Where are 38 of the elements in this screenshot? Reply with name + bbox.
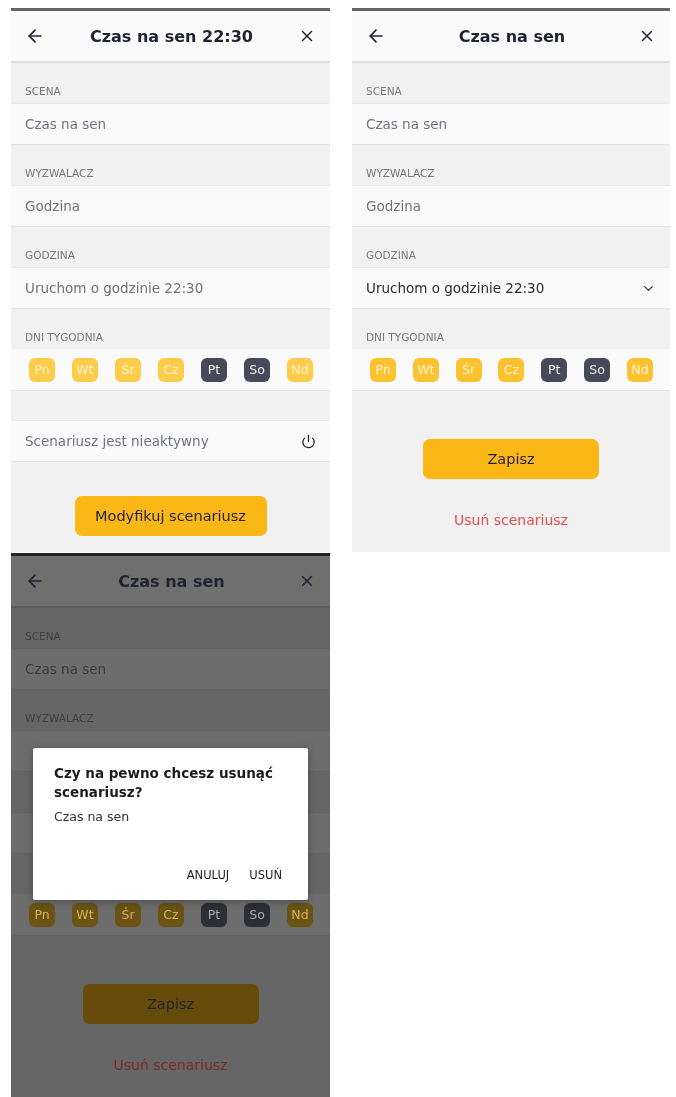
status-row[interactable]: Scenariusz jest nieaktywny <box>11 420 330 462</box>
section-label: DNI TYGODNIA <box>24 330 104 345</box>
dialog-title: Czy na pewno chcesz usunąć scenariusz? <box>54 764 274 802</box>
field-value: Uruchom o godzinie 22:30 <box>11 267 330 309</box>
section-label: DNI TYGODNIA <box>365 330 445 345</box>
section-label: WYZWALACZ <box>24 166 95 181</box>
weekday-chip[interactable]: Pt <box>541 357 568 382</box>
primary-button[interactable]: Zapisz <box>82 984 259 1024</box>
field-value: Czas na sen <box>11 103 330 145</box>
section-label: GODZINA <box>365 248 417 263</box>
primary-button[interactable]: Zapisz <box>423 439 599 479</box>
weekday-chip[interactable]: So <box>244 902 270 927</box>
section-label: SCENA <box>365 84 403 99</box>
dialog-button[interactable]: USUŃ <box>243 864 288 886</box>
delete-scenario-link[interactable]: Usuń scenariusz <box>454 512 568 528</box>
dialog-button[interactable]: ANULUJ <box>180 864 236 886</box>
weekday-chip[interactable]: Wt <box>72 902 98 927</box>
screen-title: Czas na sen <box>458 26 566 46</box>
weekday-chip[interactable]: Pn <box>29 902 55 927</box>
screen-title: Czas na sen 22:30 <box>90 26 253 46</box>
primary-button[interactable]: Modyfikuj scenariusz <box>74 496 267 536</box>
weekday-chip[interactable]: Pt <box>201 357 227 382</box>
weekday-chip[interactable]: Nd <box>287 902 313 927</box>
dialog-message: Czas na sen <box>54 809 131 824</box>
field-value: Czas na sen <box>352 103 670 145</box>
weekday-chip[interactable]: Cz <box>158 902 184 927</box>
field-value: Godzina <box>11 185 330 227</box>
weekday-chip[interactable]: So <box>584 357 611 382</box>
weekday-chip[interactable]: So <box>244 357 270 382</box>
weekday-chip[interactable]: Pt <box>201 902 227 927</box>
screen-title: Czas na sen <box>118 571 225 591</box>
field-value: Godzina <box>352 185 670 227</box>
section-label: SCENA <box>24 84 62 99</box>
power-icon[interactable] <box>301 433 316 449</box>
section-label: GODZINA <box>24 248 76 263</box>
time-dropdown[interactable]: Uruchom o godzinie 22:30 <box>352 267 670 309</box>
weekday-chip[interactable]: Śr <box>115 902 141 927</box>
section-label: WYZWALACZ <box>365 166 436 181</box>
